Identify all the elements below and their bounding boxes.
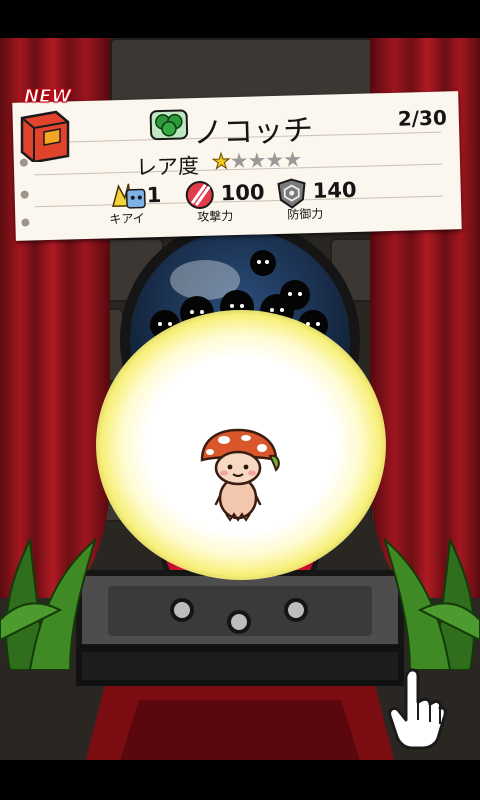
pedestal-front	[76, 646, 404, 686]
kiai-icon	[112, 183, 146, 209]
left-plant	[0, 536, 97, 670]
collection-count: 2/30	[397, 105, 448, 131]
stat-defense: 140 防御力	[276, 175, 377, 226]
tap-hand-icon[interactable]	[384, 666, 448, 750]
star-empty-icon: ★	[282, 147, 302, 172]
red-carpet-inner	[120, 700, 360, 760]
card-hole	[20, 190, 29, 199]
stand-wheel	[284, 598, 308, 622]
new-badge: NEW	[23, 86, 72, 108]
star-empty-icon: ★	[265, 147, 284, 173]
game-screen: ノコッチ 2/30 レア度 ★★★★★ 1 キアイ 100 攻撃力 140 防御…	[0, 0, 480, 800]
kiai-value: 1	[146, 182, 162, 208]
stat-kiai: 1 キアイ	[109, 180, 191, 230]
star-filled-icon: ★	[211, 149, 231, 174]
mushroom-character-icon[interactable]	[196, 426, 286, 522]
kiai-label: キアイ	[109, 211, 145, 227]
attack-label: 攻撃力	[197, 209, 234, 225]
character-info-card: ノコッチ 2/30 レア度 ★★★★★ 1 キアイ 100 攻撃力 140 防御…	[12, 91, 462, 241]
rarity-stars: ★★★★★	[211, 147, 302, 174]
status-bar	[0, 0, 480, 38]
attack-value: 100	[220, 180, 265, 206]
attack-icon	[185, 180, 214, 209]
book-icon[interactable]	[16, 108, 74, 162]
stand-wheel	[170, 598, 194, 622]
clover-type-icon	[149, 109, 189, 141]
rarity-label: レア度	[135, 153, 200, 180]
right-plant	[383, 536, 480, 670]
star-empty-icon: ★	[229, 148, 248, 174]
defense-label: 防御力	[287, 206, 324, 222]
shadow-creature	[250, 250, 276, 276]
stat-attack: 100 攻撃力	[184, 178, 275, 228]
character-name: ノコッチ	[192, 113, 314, 152]
defense-value: 140	[312, 177, 357, 204]
star-empty-icon: ★	[247, 148, 266, 173]
card-hole	[21, 218, 30, 227]
bottom-bar	[0, 760, 480, 800]
stand-wheel	[227, 610, 251, 634]
